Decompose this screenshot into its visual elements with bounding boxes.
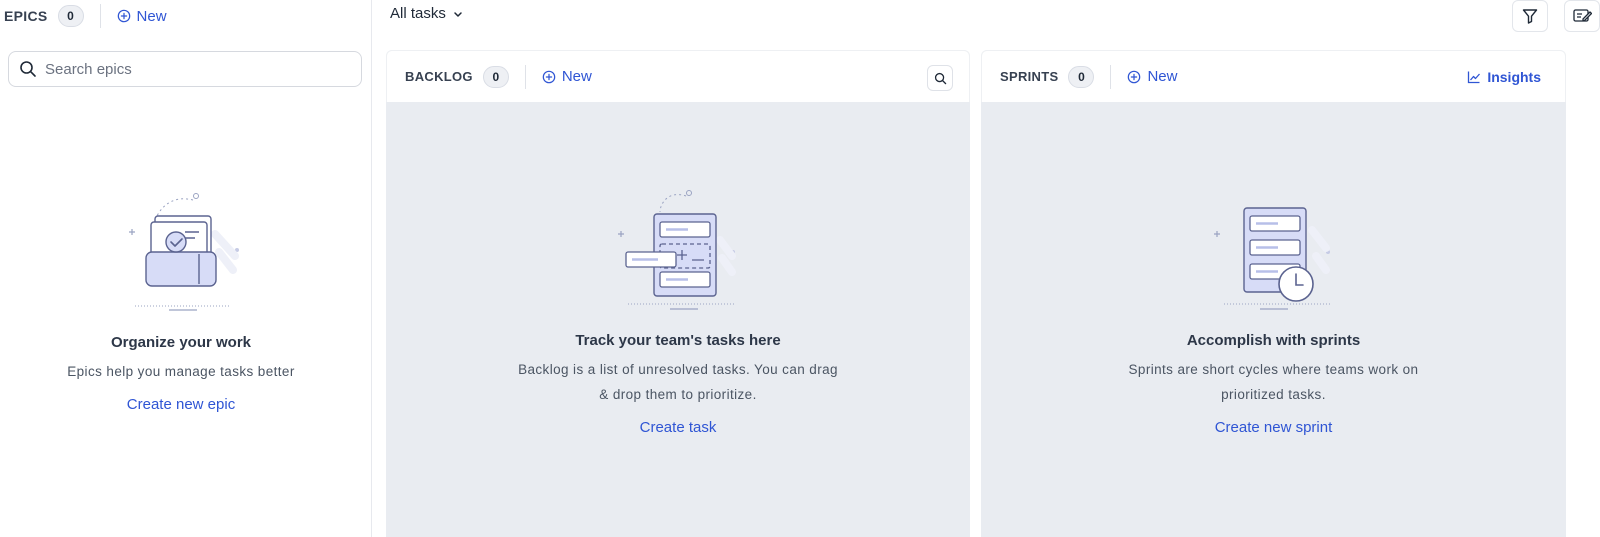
task-list-illustration-icon [618, 190, 736, 310]
create-task-link[interactable]: Create task [640, 419, 717, 436]
new-task-button[interactable]: New [542, 68, 592, 85]
backlog-count-badge: 0 [482, 65, 509, 88]
new-epic-label: New [136, 7, 167, 25]
notes-button[interactable] [1564, 0, 1600, 32]
insights-button[interactable]: Insights [1467, 69, 1541, 85]
search-epics-input[interactable] [45, 60, 325, 78]
empty-description-line: Sprints are short cycles where teams wor… [1128, 362, 1419, 377]
empty-description: Sprints are short cycles where teams wor… [981, 357, 1566, 407]
empty-heading: Track your team's tasks here [575, 332, 781, 349]
divider [524, 64, 526, 89]
divider [99, 4, 101, 28]
empty-description-line: & drop them to prioritize. [599, 387, 757, 402]
epics-title: EPICS [4, 8, 48, 24]
plus-circle-icon [542, 70, 556, 83]
search-icon [934, 72, 946, 84]
top-toolbar: All tasks [372, 0, 1600, 34]
sprints-header: SPRINTS 0 New Insights [981, 50, 1566, 102]
insights-label: Insights [1487, 69, 1541, 85]
plus-circle-icon [117, 9, 130, 23]
backlog-empty-state: Track your team's tasks here Backlog is … [386, 190, 970, 437]
epics-pane: EPICS 0 New Organize your work [0, 0, 372, 537]
empty-description-line: prioritized tasks. [1221, 387, 1326, 402]
sprints-panel: SPRINTS 0 New Insights Accomplish with s… [981, 50, 1566, 537]
new-task-label: New [561, 68, 592, 85]
empty-description: Epics help you manage tasks better [67, 364, 295, 379]
create-sprint-link[interactable]: Create new sprint [1215, 419, 1333, 436]
empty-heading: Organize your work [110, 334, 252, 351]
backlog-search-button[interactable] [927, 65, 953, 91]
new-sprint-button[interactable]: New [1127, 68, 1177, 85]
backlog-header: BACKLOG 0 New [386, 50, 970, 102]
backlog-panel: BACKLOG 0 New Track your team's tasks he… [386, 50, 970, 537]
folder-illustration-icon [129, 193, 239, 311]
epics-empty-state: Organize your work Epics help you manage… [0, 192, 362, 414]
create-epic-link[interactable]: Create new epic [127, 396, 235, 413]
empty-description-line: Backlog is a list of unresolved tasks. Y… [518, 362, 838, 377]
empty-heading: Accomplish with sprints [1186, 332, 1361, 349]
new-epic-button[interactable]: New [117, 8, 167, 25]
empty-description: Backlog is a list of unresolved tasks. Y… [386, 357, 970, 407]
backlog-title: BACKLOG [405, 69, 473, 84]
epics-search[interactable] [8, 51, 362, 87]
chevron-down-icon [454, 11, 462, 17]
view-select-label: All tasks [390, 5, 446, 22]
edit-notes-icon [1573, 9, 1592, 22]
plus-circle-icon [1128, 70, 1141, 83]
sprints-title: SPRINTS [1000, 69, 1059, 84]
epics-header: EPICS 0 New [4, 4, 167, 28]
sprints-empty-state: Accomplish with sprints Sprints are shor… [981, 190, 1566, 437]
divider [1110, 64, 1112, 89]
filter-icon [1522, 9, 1538, 24]
search-icon [20, 61, 36, 77]
view-select[interactable]: All tasks [390, 5, 464, 22]
trend-chart-icon [1468, 71, 1481, 84]
sprint-clock-illustration-icon [1213, 207, 1332, 310]
sprints-count-badge: 0 [1068, 65, 1095, 88]
new-sprint-label: New [1147, 68, 1178, 85]
epics-count-badge: 0 [57, 5, 84, 27]
filter-button[interactable] [1512, 0, 1548, 32]
